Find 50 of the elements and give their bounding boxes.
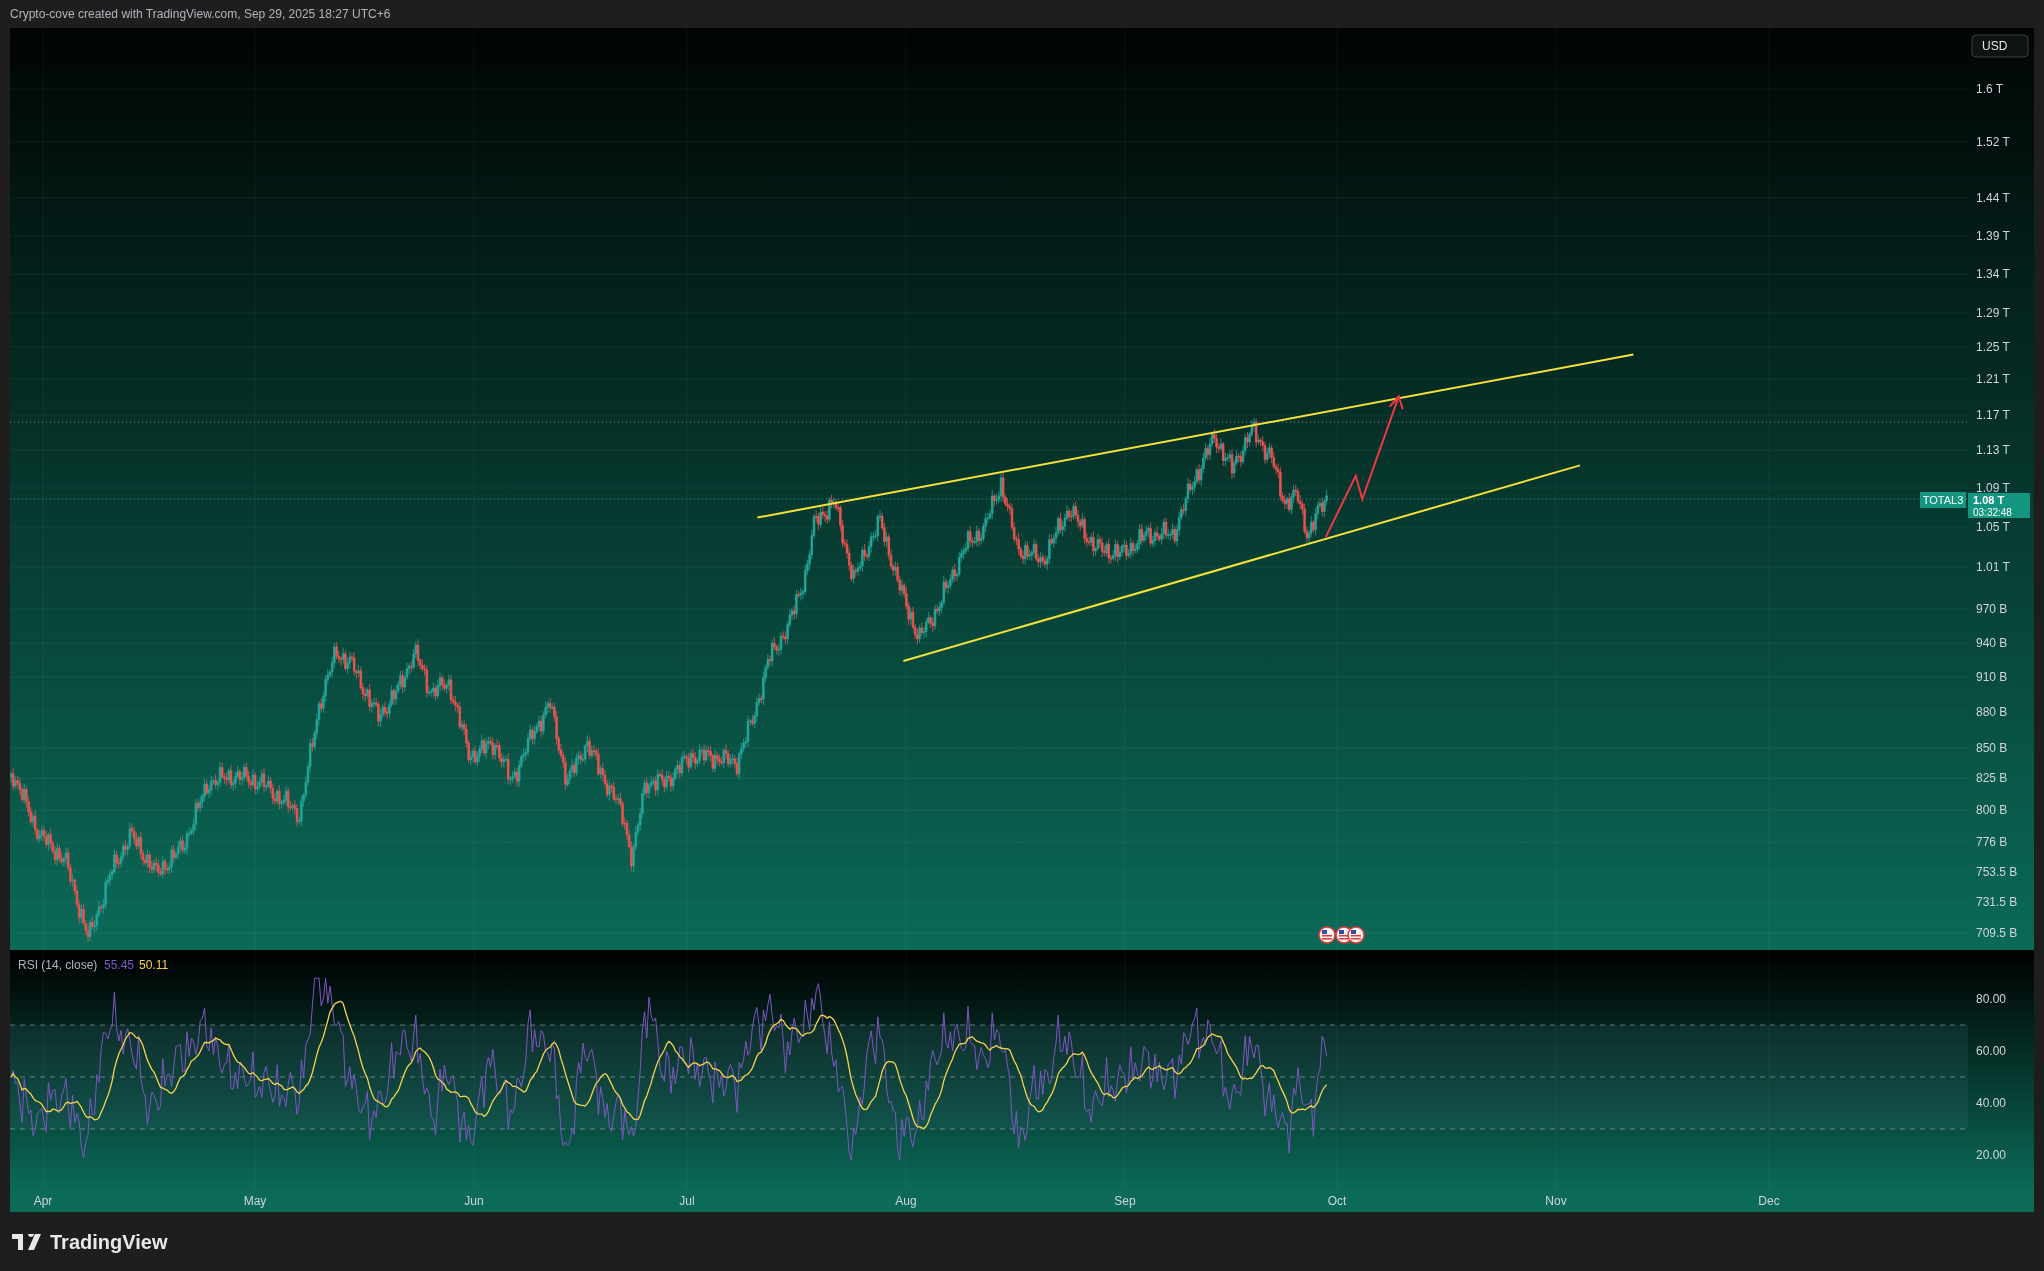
price-axis-label: 1.39 T	[1976, 229, 2010, 243]
symbol-label: TOTAL3	[1920, 492, 1966, 508]
price-axis-label: 1.17 T	[1976, 408, 2010, 422]
price-axis-label: 1.29 T	[1976, 306, 2010, 320]
flag-marker-icon[interactable]	[1318, 926, 1336, 944]
price-axis-label: 1.52 T	[1976, 135, 2010, 149]
price-axis-label: 1.13 T	[1976, 443, 2010, 457]
price-axis-label: 1.6 T	[1976, 82, 2004, 96]
price-axis-label: 910 B	[1976, 670, 2008, 684]
price-axis-label: 753.5 B	[1976, 865, 2018, 879]
price-axis-label: 940 B	[1976, 636, 2008, 650]
rsi-value: 55.45	[104, 958, 135, 972]
price-axis-label: 1.25 T	[1976, 340, 2010, 354]
price-axis-label: 1.01 T	[1976, 560, 2010, 574]
rsi-axis-label: 40.00	[1976, 1096, 2007, 1110]
price-axis-label: 825 B	[1976, 771, 2008, 785]
price-axis-label: 776 B	[1976, 835, 2008, 849]
rsi-title: RSI (14, close)	[18, 958, 98, 972]
time-axis-label: Oct	[1327, 1194, 1347, 1208]
time-axis-label: May	[243, 1194, 267, 1208]
rsi-value: 50.11	[139, 958, 169, 972]
flag-marker-icon[interactable]	[1347, 926, 1365, 944]
time-axis-label: Apr	[33, 1194, 53, 1208]
rsi-axis-label: 60.00	[1976, 1044, 2007, 1058]
price-axis-label: 1.34 T	[1976, 267, 2010, 281]
price-axis-label: 731.5 B	[1976, 895, 2018, 909]
rsi-axis-label: 80.00	[1976, 992, 2007, 1006]
price-axis-label: 1.21 T	[1976, 372, 2010, 386]
price-axis-label: 1.44 T	[1976, 191, 2010, 205]
time-axis-label: Aug	[895, 1194, 917, 1208]
time-axis-label: Sep	[1114, 1194, 1136, 1208]
time-axis-label: Dec	[1758, 1194, 1780, 1208]
time-axis-label: Nov	[1545, 1194, 1567, 1208]
brand-name: TradingView	[50, 1229, 168, 1255]
currency-button[interactable]: USD	[1971, 34, 2029, 58]
price-tag-background	[1968, 493, 2030, 518]
bar-countdown-text: 03:32:48	[1973, 507, 2012, 518]
price-axis-label: 880 B	[1976, 705, 2008, 719]
rsi-axis-label: 20.00	[1976, 1148, 2007, 1162]
price-axis-label: 800 B	[1976, 803, 2008, 817]
price-axis-label: 1.05 T	[1976, 520, 2010, 534]
chart-credit-text: Crypto-cove created with TradingView.com, Sep 29, 2025 18:27 UTC+6	[10, 7, 391, 21]
last-price-text: 1.08 T	[1973, 494, 2005, 506]
logo-icon	[12, 1233, 42, 1250]
price-axis-label: 850 B	[1976, 741, 2008, 755]
time-axis-label: Jun	[464, 1194, 484, 1208]
price-axis-label: 1.09 T	[1976, 481, 2010, 495]
price-axis-label: 970 B	[1976, 602, 2008, 616]
time-axis-label: Jul	[679, 1194, 695, 1208]
price-axis-label: 709.5 B	[1976, 926, 2018, 940]
